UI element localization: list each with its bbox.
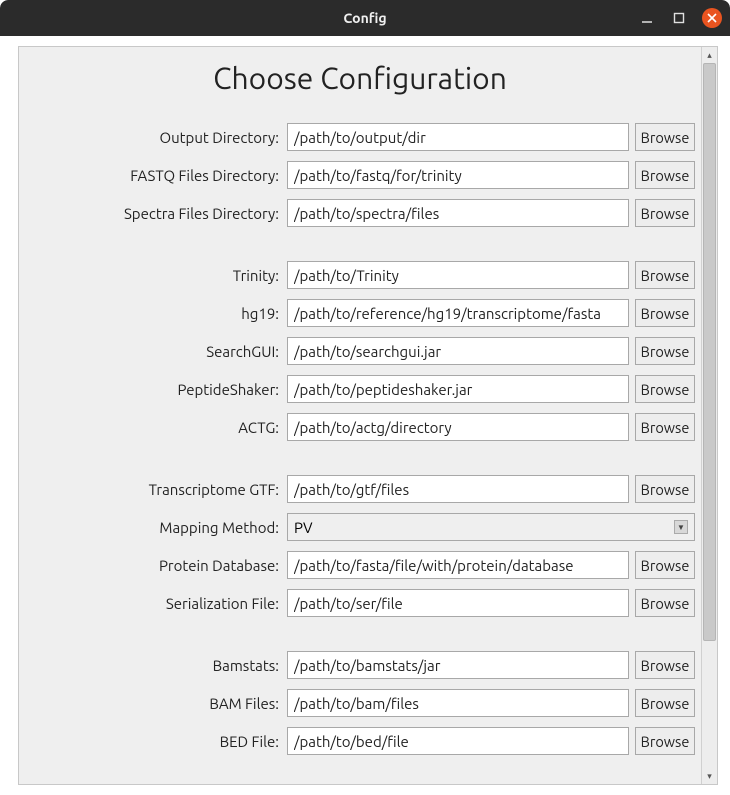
browse-button[interactable]: Browse [635, 413, 695, 441]
path-input[interactable] [287, 727, 629, 755]
chevron-down-icon: ▼ [674, 520, 688, 534]
browse-button[interactable]: Browse [635, 589, 695, 617]
path-input[interactable] [287, 161, 629, 189]
browse-button[interactable]: Browse [635, 475, 695, 503]
path-input[interactable] [287, 651, 629, 679]
field-group: Bamstats:BrowseBAM Files:BrowseBED File:… [25, 651, 695, 765]
path-input[interactable] [287, 261, 629, 289]
browse-button[interactable]: Browse [635, 161, 695, 189]
client-area: Choose Configuration Output Directory: Br… [0, 36, 730, 795]
field-label: hg19: [25, 305, 281, 322]
path-input[interactable] [287, 475, 629, 503]
form-row: FASTQ Files Directory: Browse [25, 161, 695, 189]
field-label: SearchGUI: [25, 343, 281, 360]
browse-button[interactable]: Browse [635, 199, 695, 227]
form-row: ACTG: Browse [25, 413, 695, 441]
scroll-track[interactable] [702, 63, 717, 768]
config-window: Config Choose Configuration Output Direc… [0, 0, 730, 795]
path-input[interactable] [287, 689, 629, 717]
form-row: Serialization File: Browse [25, 589, 695, 617]
browse-button[interactable]: Browse [635, 337, 695, 365]
field-label: FASTQ Files Directory: [25, 167, 281, 184]
field-label: Protein Database: [25, 557, 281, 574]
field-label: Output Directory: [25, 129, 281, 146]
form-row: SearchGUI: Browse [25, 337, 695, 365]
path-input[interactable] [287, 413, 629, 441]
scroll-content: Choose Configuration Output Directory: Br… [19, 47, 701, 784]
window-controls [638, 8, 722, 28]
maximize-button[interactable] [670, 9, 688, 27]
field-group: Output Directory:BrowseFASTQ Files Direc… [25, 123, 695, 237]
scroll-pane: Choose Configuration Output Directory: Br… [18, 46, 718, 785]
field-label: BED File: [25, 733, 281, 750]
path-input[interactable] [287, 551, 629, 579]
browse-button[interactable]: Browse [635, 551, 695, 579]
window-title: Config [343, 10, 386, 26]
form-row: BED File: Browse [25, 727, 695, 755]
field-label: Mapping Method: [25, 519, 281, 536]
form-row: hg19: Browse [25, 299, 695, 327]
titlebar: Config [0, 0, 730, 36]
field-group: Transcriptome GTF: Browse Mapping Method: P… [25, 475, 695, 627]
browse-button[interactable]: Browse [635, 299, 695, 327]
scroll-down-arrow-icon[interactable]: ▾ [702, 768, 718, 784]
mapping-method-select[interactable]: PV ▼ [287, 513, 695, 541]
browse-button[interactable]: Browse [635, 727, 695, 755]
field-label: PeptideShaker: [25, 381, 281, 398]
path-input[interactable] [287, 123, 629, 151]
path-input[interactable] [287, 375, 629, 403]
form-row: Transcriptome GTF: Browse [25, 475, 695, 503]
browse-button[interactable]: Browse [635, 123, 695, 151]
scroll-up-arrow-icon[interactable]: ▴ [702, 47, 718, 63]
scroll-thumb[interactable] [703, 63, 716, 641]
field-label: ACTG: [25, 419, 281, 436]
select-value: PV [294, 519, 313, 536]
field-label: Trinity: [25, 267, 281, 284]
browse-button[interactable]: Browse [635, 689, 695, 717]
field-label: Spectra Files Directory: [25, 205, 281, 222]
form-row: Trinity: Browse [25, 261, 695, 289]
path-input[interactable] [287, 299, 629, 327]
field-label: Transcriptome GTF: [25, 481, 281, 498]
path-input[interactable] [287, 337, 629, 365]
path-input[interactable] [287, 589, 629, 617]
browse-button[interactable]: Browse [635, 651, 695, 679]
form-row: Spectra Files Directory: Browse [25, 199, 695, 227]
form-row: Mapping Method: PV ▼ [25, 513, 695, 541]
form-row: Protein Database: Browse [25, 551, 695, 579]
field-label: Bamstats: [25, 657, 281, 674]
vertical-scrollbar[interactable]: ▴ ▾ [701, 47, 717, 784]
minimize-button[interactable] [638, 9, 656, 27]
form-row: Bamstats: Browse [25, 651, 695, 679]
field-group: Trinity: Browse hg19: Browse SearchGUI: Brows… [25, 261, 695, 451]
form-row: PeptideShaker: Browse [25, 375, 695, 403]
field-label: BAM Files: [25, 695, 281, 712]
field-label: Serialization File: [25, 595, 281, 612]
page-heading: Choose Configuration [25, 61, 695, 95]
form-row: BAM Files: Browse [25, 689, 695, 717]
form-row: Output Directory: Browse [25, 123, 695, 151]
config-form: Output Directory:BrowseFASTQ Files Direc… [25, 123, 695, 784]
path-input[interactable] [287, 199, 629, 227]
close-button[interactable] [702, 8, 722, 28]
browse-button[interactable]: Browse [635, 261, 695, 289]
browse-button[interactable]: Browse [635, 375, 695, 403]
